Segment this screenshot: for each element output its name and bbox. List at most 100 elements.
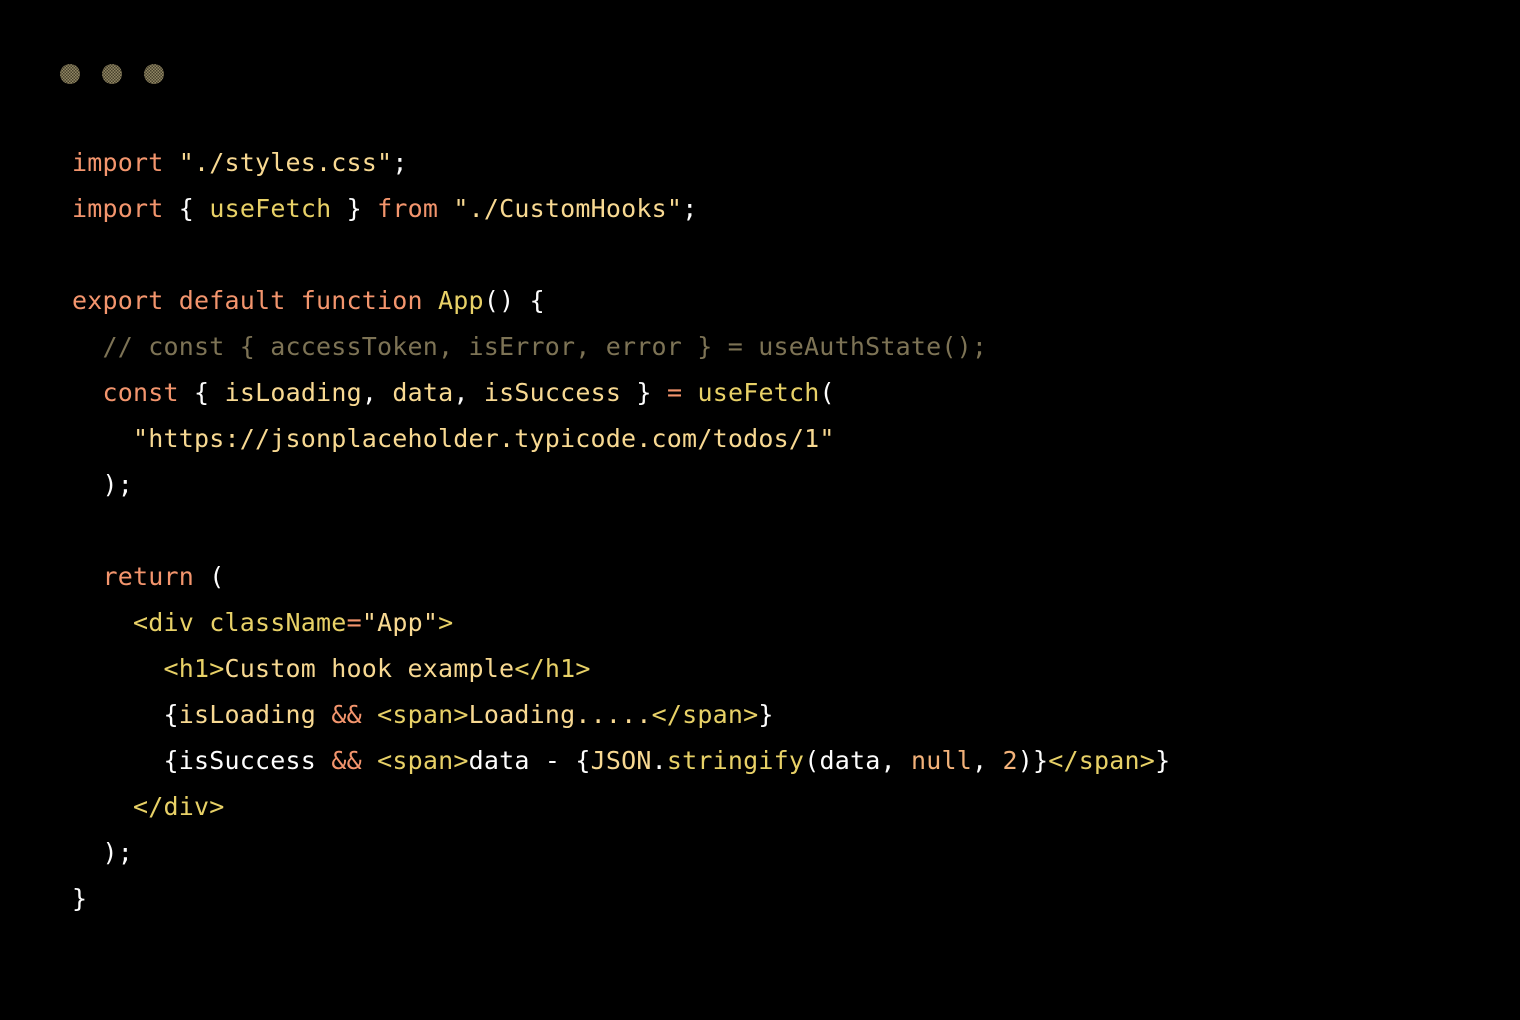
window-titlebar <box>60 64 164 84</box>
code-token: <div <box>133 608 195 637</box>
code-token: Custom hook example <box>224 654 515 683</box>
close-dot[interactable] <box>60 64 80 84</box>
code-token: ( <box>804 746 820 775</box>
code-token: ( <box>209 562 225 591</box>
code-line: import "./styles.css"; <box>72 140 1452 186</box>
code-block[interactable]: import "./styles.css"; import { useFetch … <box>72 140 1452 922</box>
code-token: , <box>453 378 484 407</box>
code-token: isLoading <box>178 700 317 729</box>
code-token: && <box>331 746 362 775</box>
code-token: <span> <box>377 700 469 729</box>
code-token: useFetch <box>209 194 332 223</box>
code-line: ); <box>72 830 1452 876</box>
code-token: ( <box>819 378 835 407</box>
code-token: JSON <box>590 746 652 775</box>
code-token: import <box>72 148 164 177</box>
code-token: "App" <box>361 608 439 637</box>
code-token: , <box>972 746 1003 775</box>
code-token: isSuccess <box>483 378 622 407</box>
code-token: </h1> <box>514 654 591 683</box>
code-token: ); <box>72 470 134 499</box>
code-token: </div> <box>133 792 225 821</box>
code-token: stringify <box>666 746 805 775</box>
code-line: "https://jsonplaceholder.typicode.com/to… <box>72 416 1452 462</box>
code-token: </span> <box>1048 746 1156 775</box>
code-token: { <box>163 746 179 775</box>
code-token: )} <box>1017 746 1049 775</box>
code-token: { <box>194 378 210 407</box>
code-token: export default function <box>72 286 423 315</box>
code-token: <h1> <box>163 654 225 683</box>
code-token: // const { accessToken, isError, error }… <box>72 332 988 361</box>
code-token: "./styles.css" <box>178 148 393 177</box>
code-token: isSuccess <box>178 746 317 775</box>
code-token: App <box>438 286 484 315</box>
code-line: import { useFetch } from "./CustomHooks"… <box>72 186 1452 232</box>
code-line: </div> <box>72 784 1452 830</box>
code-line: <div className="App"> <box>72 600 1452 646</box>
code-token: data <box>392 378 454 407</box>
code-token: { <box>163 700 179 729</box>
code-token: } <box>1155 746 1171 775</box>
code-token: ; <box>392 148 408 177</box>
minimize-dot[interactable] <box>102 64 122 84</box>
code-token: } <box>346 194 362 223</box>
code-token: import <box>72 194 164 223</box>
code-line: return ( <box>72 554 1452 600</box>
code-line: // const { accessToken, isError, error }… <box>72 324 1452 370</box>
code-line: ); <box>72 462 1452 508</box>
code-token: data - <box>468 746 576 775</box>
code-token: <span> <box>377 746 469 775</box>
code-token: ); <box>72 838 134 867</box>
code-token: return <box>102 562 195 591</box>
code-token: data <box>819 746 881 775</box>
code-line: } <box>72 876 1452 922</box>
code-line: const { isLoading, data, isSuccess } = u… <box>72 370 1452 416</box>
code-token: , <box>880 746 911 775</box>
code-line: {isLoading && <span>Loading.....</span>} <box>72 692 1452 738</box>
code-token: { <box>575 746 591 775</box>
code-token: } <box>72 884 88 913</box>
code-token: useFetch <box>697 378 820 407</box>
code-token: "https://jsonplaceholder.typicode.com/to… <box>133 424 835 453</box>
code-token: Loading..... <box>468 700 652 729</box>
code-token: null <box>910 746 972 775</box>
code-token: () { <box>483 286 545 315</box>
code-window: import "./styles.css"; import { useFetch … <box>0 0 1520 1020</box>
code-token: 2 <box>1002 746 1018 775</box>
maximize-dot[interactable] <box>144 64 164 84</box>
code-token: from <box>377 194 439 223</box>
code-token: const <box>102 378 179 407</box>
code-token: , <box>361 378 393 407</box>
code-token: className <box>209 608 347 637</box>
code-token: . <box>651 746 667 775</box>
code-token: ; <box>682 194 698 223</box>
code-line: <h1>Custom hook example</h1> <box>72 646 1452 692</box>
code-token: "./CustomHooks" <box>453 194 683 223</box>
code-token: = <box>666 378 683 407</box>
